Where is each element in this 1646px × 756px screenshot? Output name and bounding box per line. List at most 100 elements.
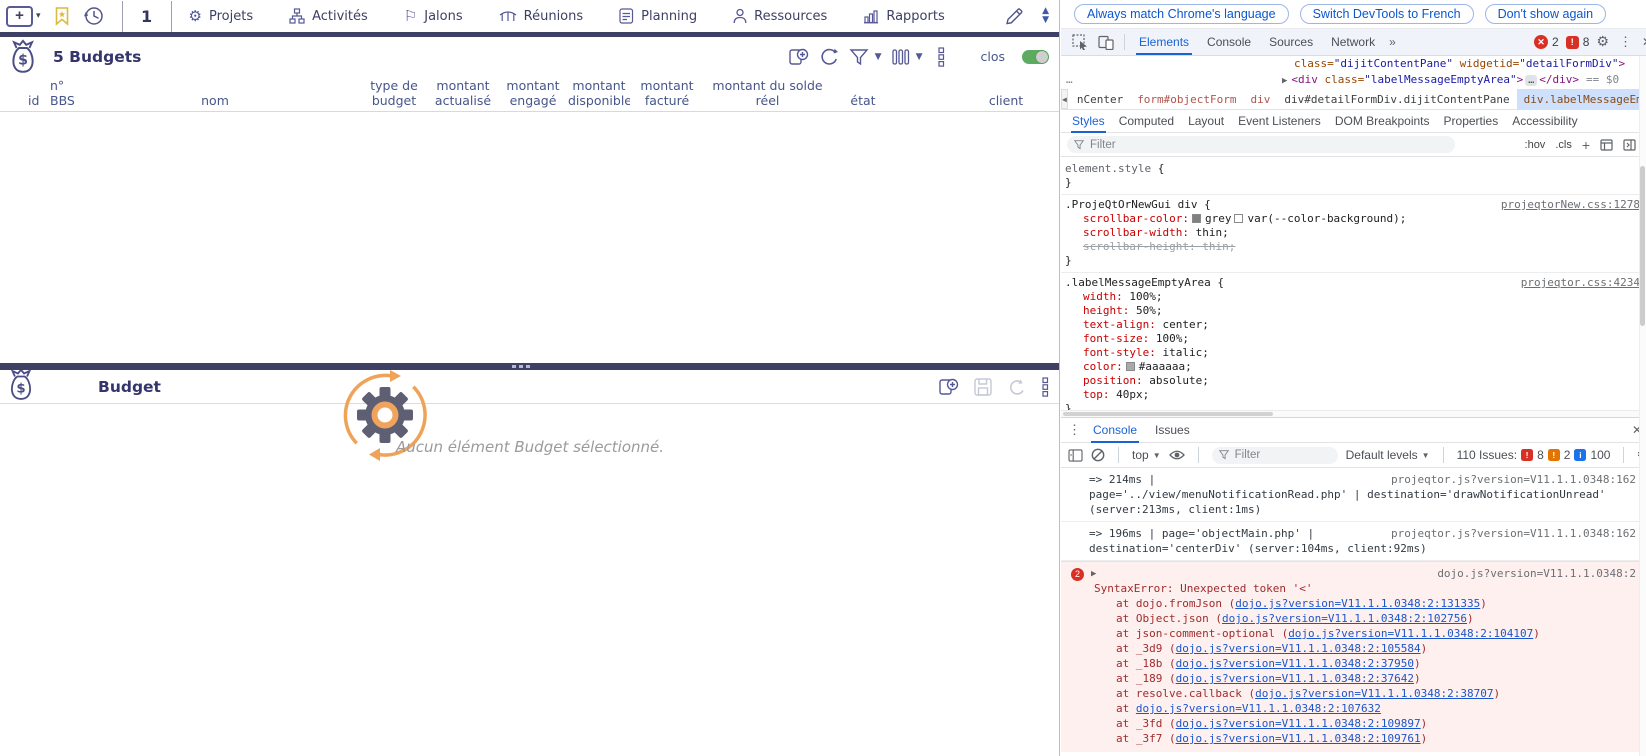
- tab-properties[interactable]: Properties: [1437, 110, 1506, 133]
- devtools-menu-kebab-icon[interactable]: ⋮: [1616, 34, 1635, 50]
- tab-sources[interactable]: Sources: [1260, 29, 1322, 55]
- detail-kebab-icon[interactable]: [1041, 377, 1049, 397]
- menu-item-projets[interactable]: ⚙ Projets: [189, 8, 254, 24]
- tab-network[interactable]: Network: [1322, 29, 1384, 55]
- closed-toggle[interactable]: [1022, 50, 1049, 64]
- menu-item-reunions[interactable]: Réunions: [499, 9, 584, 24]
- css-source-link[interactable]: projeqtorNew.css:1278: [1501, 198, 1640, 212]
- css-property[interactable]: color:#aaaaaa;: [1065, 360, 1640, 374]
- add-budget-icon[interactable]: [937, 376, 959, 398]
- breadcrumb-item[interactable]: div: [1244, 89, 1278, 110]
- stack-link[interactable]: dojo.js?version=V11.1.1.0348:2:105584: [1176, 642, 1421, 655]
- menu-item-activites[interactable]: Activités: [289, 8, 368, 24]
- menu-item-ressources[interactable]: Ressources: [733, 8, 827, 24]
- breadcrumb-item[interactable]: nCenter: [1070, 89, 1130, 110]
- css-property[interactable]: text-align: center;: [1065, 318, 1640, 332]
- dont-show-again-button[interactable]: Don't show again: [1485, 4, 1607, 24]
- styles-filter-input[interactable]: Filter: [1067, 136, 1455, 153]
- column-no-bbs[interactable]: n° BBS: [50, 78, 84, 108]
- log-levels-selector[interactable]: Default levels▼: [1346, 448, 1430, 462]
- tab-styles[interactable]: Styles: [1065, 110, 1112, 133]
- css-property[interactable]: font-size: 100%;: [1065, 332, 1640, 346]
- menu-item-jalons[interactable]: ⚐ Jalons: [404, 8, 463, 24]
- console-filter-input[interactable]: Filter: [1212, 447, 1338, 464]
- css-property[interactable]: width: 100%;: [1065, 290, 1640, 304]
- breadcrumb-item[interactable]: form#objectForm: [1130, 89, 1243, 110]
- dom-node-clipped[interactable]: class="dijitContentPane" widgetid="detai…: [1294, 56, 1625, 72]
- stack-link[interactable]: dojo.js?version=V11.1.1.0348:2:131335: [1235, 597, 1480, 610]
- column-montant-engage[interactable]: montant engagé: [501, 78, 565, 108]
- css-source-link[interactable]: projeqtor.css:4234: [1521, 276, 1640, 290]
- column-id[interactable]: id: [28, 93, 52, 108]
- menu-item-rapports[interactable]: Rapports: [863, 9, 944, 24]
- console-error-message[interactable]: 2 ▶ dojo.js?version=V11.1.1.0348:2 Synta…: [1061, 561, 1646, 752]
- toggle-classes[interactable]: .cls: [1555, 139, 1572, 151]
- tab-console[interactable]: Console: [1198, 29, 1260, 55]
- column-montant-solde-reel[interactable]: montant du solde réel: [700, 78, 835, 108]
- devtools-close-icon[interactable]: ✕: [1642, 35, 1646, 49]
- match-language-button[interactable]: Always match Chrome's language: [1074, 4, 1289, 24]
- history-clock-icon[interactable]: [83, 5, 105, 27]
- css-property[interactable]: scrollbar-color:greyvar(--color-backgrou…: [1065, 212, 1640, 226]
- stack-link[interactable]: dojo.js?version=V11.1.1.0348:2:109897: [1176, 717, 1421, 730]
- breadcrumb-item[interactable]: div#detailFormDiv.dijitContentPane: [1277, 89, 1516, 110]
- arrow-down-icon[interactable]: ▼: [1042, 16, 1049, 25]
- stack-link[interactable]: dojo.js?version=V11.1.1.0348:2:37642: [1176, 672, 1414, 685]
- new-item-caret[interactable]: ▾: [36, 11, 41, 21]
- dom-node-selected[interactable]: ▶<div class="labelMessageEmptyArea">…</d…: [1282, 72, 1619, 89]
- css-property-invalid[interactable]: scrollbar-height: thin;: [1065, 240, 1640, 254]
- toggle-element-state[interactable]: :hov: [1525, 139, 1546, 151]
- console-log-message[interactable]: projeqtor.js?version=V11.1.1.0348:162=> …: [1061, 468, 1646, 522]
- scrollbar-thumb[interactable]: [1063, 412, 1273, 416]
- rendering-emulation-icon[interactable]: [1600, 139, 1613, 151]
- stack-link[interactable]: dojo.js?version=V11.1.1.0348:2:38707: [1255, 687, 1493, 700]
- stack-link[interactable]: dojo.js?version=V11.1.1.0348:2:109761: [1176, 732, 1421, 745]
- column-montant-actualise[interactable]: montant actualisé: [431, 78, 495, 108]
- css-property[interactable]: scrollbar-width: thin;: [1065, 226, 1640, 240]
- devtools-vertical-scrollbar[interactable]: [1639, 56, 1646, 756]
- columns-caret[interactable]: ▼: [916, 52, 923, 62]
- source-location-link[interactable]: dojo.js?version=V11.1.1.0348:2: [1437, 566, 1636, 581]
- column-montant-disponible[interactable]: montant disponible: [568, 78, 630, 108]
- save-icon[interactable]: [973, 377, 993, 397]
- eye-watch-icon[interactable]: [1169, 449, 1185, 461]
- new-item-button[interactable]: +: [6, 6, 33, 27]
- scrollbar-thumb[interactable]: [1640, 166, 1645, 326]
- stack-link[interactable]: dojo.js?version=V11.1.1.0348:2:107632: [1136, 702, 1381, 715]
- issue-count-badge[interactable]: ! 8: [1566, 35, 1590, 49]
- collapsed-content-dots[interactable]: …: [1525, 75, 1537, 86]
- drawer-tab-console[interactable]: Console: [1084, 418, 1146, 443]
- breadcrumb-back-icon[interactable]: ◀: [1061, 89, 1068, 109]
- css-rule-element-style[interactable]: element.style { }: [1061, 159, 1646, 195]
- edit-pencil-icon[interactable]: [1003, 5, 1026, 27]
- dom-node-options-dots[interactable]: …: [1066, 72, 1074, 88]
- css-rule-labelmessageemptyarea[interactable]: projeqtor.css:4234.labelMessageEmptyArea…: [1061, 273, 1646, 410]
- console-log-message[interactable]: projeqtor.js?version=V11.1.1.0348:162=> …: [1061, 522, 1646, 561]
- device-toolbar-icon[interactable]: [1098, 34, 1114, 50]
- css-property[interactable]: font-style: italic;: [1065, 346, 1640, 360]
- scroll-arrows[interactable]: ▲▼: [1042, 7, 1049, 25]
- horizontal-splitter[interactable]: [0, 363, 1059, 370]
- more-tabs-icon[interactable]: »: [1384, 35, 1400, 49]
- settings-gear-icon[interactable]: ⚙: [1596, 34, 1609, 50]
- tab-layout[interactable]: Layout: [1181, 110, 1231, 133]
- filter-funnel-icon[interactable]: [849, 47, 869, 67]
- error-expander-icon[interactable]: ▶: [1091, 567, 1096, 582]
- css-property[interactable]: height: 50%;: [1065, 304, 1640, 318]
- add-budget-icon[interactable]: [787, 46, 809, 68]
- refresh-icon[interactable]: [818, 46, 840, 68]
- source-location-link[interactable]: projeqtor.js?version=V11.1.1.0348:162: [1391, 472, 1636, 487]
- error-count-badge[interactable]: ✕ 2: [1534, 35, 1559, 49]
- tab-elements[interactable]: Elements: [1130, 29, 1198, 55]
- drawer-tab-issues[interactable]: Issues: [1146, 418, 1199, 443]
- tab-computed[interactable]: Computed: [1112, 110, 1181, 133]
- new-style-rule-icon[interactable]: +: [1582, 137, 1590, 153]
- column-type-budget[interactable]: type de budget: [366, 78, 422, 108]
- column-client[interactable]: client: [982, 93, 1030, 108]
- console-sidebar-icon[interactable]: [1068, 449, 1083, 462]
- inspect-element-icon[interactable]: [1072, 34, 1088, 50]
- issues-counter[interactable]: 110 Issues: !8 !2 i100: [1457, 448, 1611, 462]
- bookmark-star-icon[interactable]: [53, 6, 71, 26]
- stack-link[interactable]: dojo.js?version=V11.1.1.0348:2:104107: [1288, 627, 1533, 640]
- tab-event-listeners[interactable]: Event Listeners: [1231, 110, 1328, 133]
